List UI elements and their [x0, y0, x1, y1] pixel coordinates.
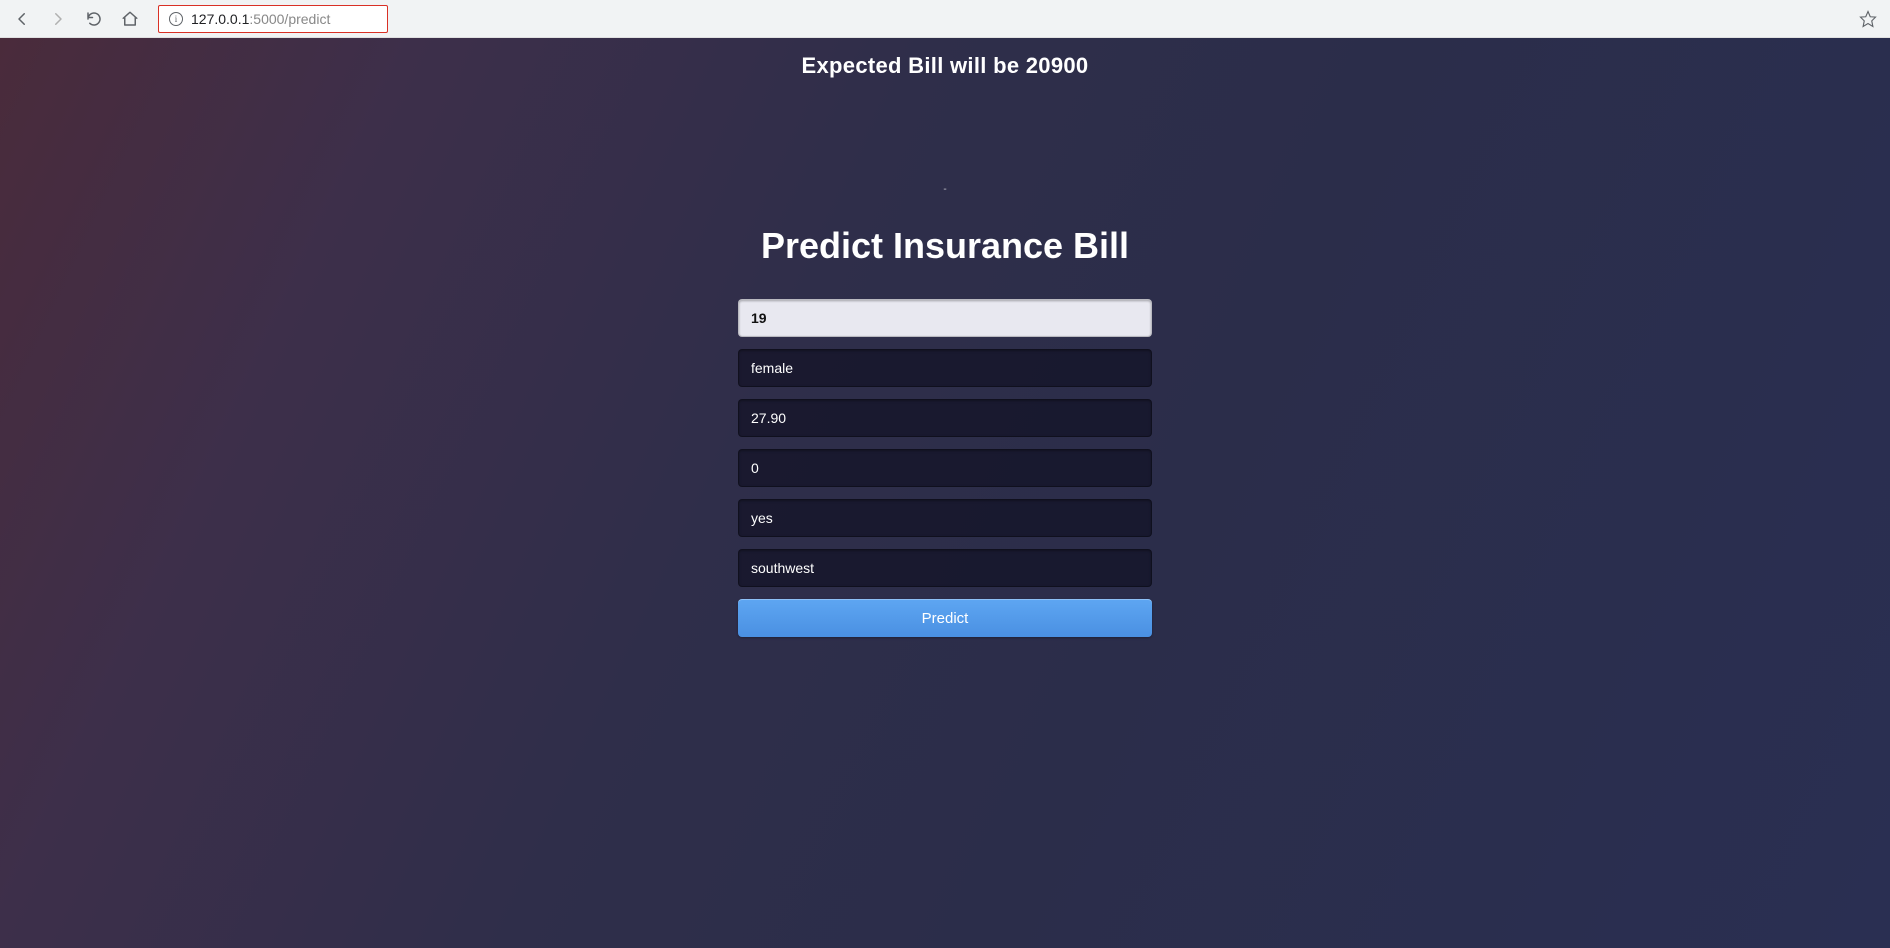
star-icon: [1859, 10, 1877, 28]
url-text: 127.0.0.1:5000/predict: [191, 11, 330, 27]
predict-button[interactable]: Predict: [738, 599, 1152, 637]
back-button[interactable]: [8, 5, 36, 33]
arrow-left-icon: [13, 10, 31, 28]
result-banner: Expected Bill will be 20900: [802, 53, 1089, 79]
browser-toolbar: i 127.0.0.1:5000/predict: [0, 0, 1890, 38]
bookmark-button[interactable]: [1854, 5, 1882, 33]
address-bar[interactable]: i 127.0.0.1:5000/predict: [158, 5, 388, 33]
page-content: Expected Bill will be 20900 - Predict In…: [0, 38, 1890, 948]
forward-button[interactable]: [44, 5, 72, 33]
home-icon: [121, 10, 139, 28]
reload-button[interactable]: [80, 5, 108, 33]
bmi-input[interactable]: [738, 399, 1152, 437]
form-container: - Predict Insurance Bill Predict: [738, 184, 1152, 637]
site-info-icon[interactable]: i: [169, 12, 183, 26]
form-title: Predict Insurance Bill: [738, 225, 1152, 267]
arrow-right-icon: [49, 10, 67, 28]
url-path: :5000/predict: [249, 11, 330, 27]
smoker-input[interactable]: [738, 499, 1152, 537]
children-input[interactable]: [738, 449, 1152, 487]
subtitle-dash: -: [738, 184, 1152, 195]
region-input[interactable]: [738, 549, 1152, 587]
home-button[interactable]: [116, 5, 144, 33]
reload-icon: [85, 10, 103, 28]
sex-input[interactable]: [738, 349, 1152, 387]
url-host: 127.0.0.1: [191, 11, 249, 27]
age-input[interactable]: [738, 299, 1152, 337]
